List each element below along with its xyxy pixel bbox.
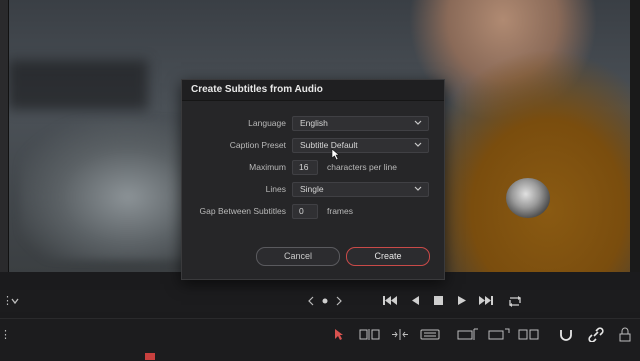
- insert-icon[interactable]: [457, 328, 479, 341]
- transport-controls: ⋮: [0, 290, 640, 312]
- background-shelf: [8, 60, 148, 110]
- lavalier-microphone: [506, 178, 550, 218]
- jog-icon[interactable]: [308, 296, 342, 306]
- lock-icon[interactable]: [618, 327, 632, 342]
- caption-preset-label: Caption Preset: [229, 140, 286, 150]
- dynamic-trim-icon[interactable]: [389, 328, 411, 341]
- mouse-cursor-icon: [331, 148, 340, 161]
- caption-preset-dropdown[interactable]: Subtitle Default: [292, 138, 429, 153]
- first-frame-icon[interactable]: [382, 295, 398, 306]
- language-label: Language: [248, 118, 286, 128]
- language-dropdown[interactable]: English: [292, 116, 429, 131]
- timeline-toolbar: ⋮: [0, 318, 640, 361]
- prev-frame-icon[interactable]: [410, 295, 420, 306]
- play-icon[interactable]: [457, 295, 467, 306]
- gap-value: 0: [299, 206, 304, 216]
- dialog-title: Create Subtitles from Audio: [191, 84, 323, 95]
- loop-icon[interactable]: [507, 294, 524, 307]
- viewer-right-edge: [630, 0, 640, 272]
- lines-value: Single: [300, 184, 324, 194]
- snap-icon[interactable]: [558, 327, 574, 342]
- link-icon[interactable]: [588, 327, 604, 342]
- overwrite-icon[interactable]: [488, 328, 510, 341]
- trim-icon[interactable]: [359, 328, 381, 341]
- background-keyboard: [20, 120, 200, 260]
- lines-dropdown[interactable]: Single: [292, 182, 429, 197]
- chevron-down-icon[interactable]: [11, 297, 19, 305]
- timeline-menu-icon[interactable]: ⋮: [0, 329, 11, 341]
- gap-unit: frames: [327, 206, 353, 216]
- chevron-down-icon: [414, 120, 422, 125]
- playhead-marker[interactable]: [145, 353, 155, 360]
- lines-label: Lines: [265, 184, 286, 194]
- dialog-header: Create Subtitles from Audio: [182, 80, 444, 101]
- caption-preset-value: Subtitle Default: [300, 140, 358, 150]
- last-frame-icon[interactable]: [478, 295, 494, 306]
- pointer-icon[interactable]: [334, 328, 344, 341]
- stop-icon[interactable]: [433, 295, 444, 306]
- blade-icon[interactable]: [420, 328, 440, 341]
- chevron-down-icon: [414, 142, 422, 147]
- create-subtitles-dialog: Create Subtitles from Audio Language Eng…: [181, 79, 445, 280]
- language-value: English: [300, 118, 328, 128]
- maximum-input[interactable]: 16: [292, 160, 318, 175]
- maximum-value: 16: [299, 162, 309, 172]
- viewer-left-edge: [0, 0, 9, 272]
- cancel-button[interactable]: Cancel: [256, 247, 340, 266]
- maximum-unit: characters per line: [327, 162, 397, 172]
- maximum-label: Maximum: [249, 162, 286, 172]
- gap-label: Gap Between Subtitles: [199, 206, 286, 216]
- gap-input[interactable]: 0: [292, 204, 318, 219]
- replace-icon[interactable]: [518, 328, 540, 341]
- create-button[interactable]: Create: [346, 247, 430, 266]
- chevron-down-icon: [414, 186, 422, 191]
